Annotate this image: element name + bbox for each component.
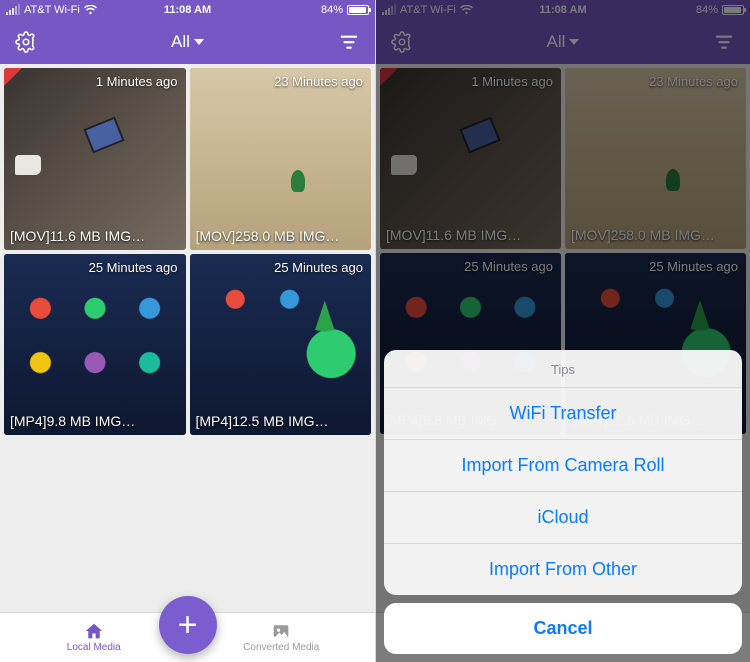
carrier-label: AT&T Wi-Fi bbox=[24, 4, 80, 16]
status-right: 84% bbox=[321, 4, 369, 16]
filter-label: All bbox=[171, 32, 190, 52]
media-timestamp: 1 Minutes ago bbox=[96, 74, 178, 89]
battery-icon bbox=[722, 5, 744, 15]
media-grid: 1 Minutes ago [MOV]11.6 MB IMG… 23 Minut… bbox=[4, 68, 371, 435]
media-timestamp: 23 Minutes ago bbox=[274, 74, 363, 89]
media-timestamp: 25 Minutes ago bbox=[274, 260, 363, 275]
wifi-icon bbox=[84, 5, 97, 15]
media-thumb bbox=[4, 254, 186, 436]
media-timestamp: 25 Minutes ago bbox=[464, 259, 553, 274]
battery-percent: 84% bbox=[321, 4, 343, 16]
media-timestamp: 25 Minutes ago bbox=[649, 259, 738, 274]
media-thumb bbox=[190, 254, 372, 436]
sheet-cancel-button[interactable]: Cancel bbox=[384, 603, 742, 654]
media-tile: 23 Minutes ago [MOV]258.0 MB IMG… bbox=[565, 68, 746, 249]
battery-icon bbox=[347, 5, 369, 15]
tab-converted-media[interactable]: Converted Media bbox=[226, 622, 336, 653]
media-caption: [MOV]258.0 MB IMG… bbox=[196, 228, 366, 244]
battery-fill bbox=[349, 7, 366, 13]
chevron-down-icon bbox=[569, 39, 579, 45]
action-sheet-options: Tips WiFi Transfer Import From Camera Ro… bbox=[384, 350, 742, 595]
status-bar: AT&T Wi-Fi 11:08 AM 84% bbox=[376, 0, 750, 20]
filter-dropdown[interactable]: All bbox=[547, 32, 580, 52]
media-thumb bbox=[190, 68, 372, 250]
media-timestamp: 25 Minutes ago bbox=[89, 260, 178, 275]
filter-label: All bbox=[547, 32, 566, 52]
signal-bars-icon bbox=[6, 6, 20, 15]
media-caption: [MOV]258.0 MB IMG… bbox=[571, 227, 740, 243]
media-timestamp: 1 Minutes ago bbox=[471, 74, 553, 89]
settings-button[interactable] bbox=[14, 30, 38, 54]
app-navbar: All bbox=[376, 20, 750, 64]
tab-bar: Local Media Converted Media + bbox=[0, 612, 375, 662]
settings-button[interactable] bbox=[390, 30, 414, 54]
new-corner-icon bbox=[380, 68, 398, 86]
screen-library: AT&T Wi-Fi 11:08 AM 84% All 1 Minute bbox=[0, 0, 375, 662]
sheet-item-import-camera-roll[interactable]: Import From Camera Roll bbox=[384, 440, 742, 492]
sheet-item-wifi-transfer[interactable]: WiFi Transfer bbox=[384, 388, 742, 440]
media-tile[interactable]: 25 Minutes ago [MP4]9.8 MB IMG… bbox=[4, 254, 186, 436]
carrier-label: AT&T Wi-Fi bbox=[400, 4, 456, 16]
status-right: 84% bbox=[696, 4, 744, 16]
sheet-title: Tips bbox=[384, 350, 742, 388]
tab-local-media[interactable]: Local Media bbox=[39, 622, 149, 653]
media-caption: [MOV]11.6 MB IMG… bbox=[386, 227, 555, 243]
sort-button[interactable] bbox=[337, 30, 361, 54]
media-caption: [MOV]11.6 MB IMG… bbox=[10, 228, 180, 244]
media-timestamp: 23 Minutes ago bbox=[649, 74, 738, 89]
new-corner-icon bbox=[4, 68, 22, 86]
media-thumb bbox=[380, 68, 561, 249]
action-sheet: Tips WiFi Transfer Import From Camera Ro… bbox=[384, 350, 742, 654]
media-tile[interactable]: 25 Minutes ago [MP4]12.5 MB IMG… bbox=[190, 254, 372, 436]
filter-dropdown[interactable]: All bbox=[171, 32, 204, 52]
tab-label: Local Media bbox=[67, 642, 121, 653]
media-caption: [MP4]9.8 MB IMG… bbox=[10, 413, 180, 429]
sheet-item-import-other[interactable]: Import From Other bbox=[384, 544, 742, 595]
battery-percent: 84% bbox=[696, 4, 718, 16]
plus-icon: + bbox=[178, 608, 198, 642]
status-left: AT&T Wi-Fi bbox=[6, 4, 97, 16]
sheet-item-icloud[interactable]: iCloud bbox=[384, 492, 742, 544]
status-left: AT&T Wi-Fi bbox=[382, 4, 473, 16]
media-thumb bbox=[565, 68, 746, 249]
media-caption: [MP4]12.5 MB IMG… bbox=[196, 413, 366, 429]
screen-import-sheet: AT&T Wi-Fi 11:08 AM 84% All 1 Minute bbox=[375, 0, 750, 662]
add-media-button[interactable]: + bbox=[159, 596, 217, 654]
chevron-down-icon bbox=[194, 39, 204, 45]
wifi-icon bbox=[460, 5, 473, 15]
tab-label: Converted Media bbox=[243, 642, 319, 653]
media-thumb bbox=[4, 68, 186, 250]
app-navbar: All bbox=[0, 20, 375, 64]
signal-bars-icon bbox=[382, 6, 396, 15]
media-grid-container: 1 Minutes ago [MOV]11.6 MB IMG… 23 Minut… bbox=[0, 64, 375, 612]
media-tile[interactable]: 1 Minutes ago [MOV]11.6 MB IMG… bbox=[4, 68, 186, 250]
status-bar: AT&T Wi-Fi 11:08 AM 84% bbox=[0, 0, 375, 20]
sort-button[interactable] bbox=[712, 30, 736, 54]
battery-fill bbox=[724, 7, 741, 13]
media-tile[interactable]: 23 Minutes ago [MOV]258.0 MB IMG… bbox=[190, 68, 372, 250]
media-tile: 1 Minutes ago [MOV]11.6 MB IMG… bbox=[380, 68, 561, 249]
